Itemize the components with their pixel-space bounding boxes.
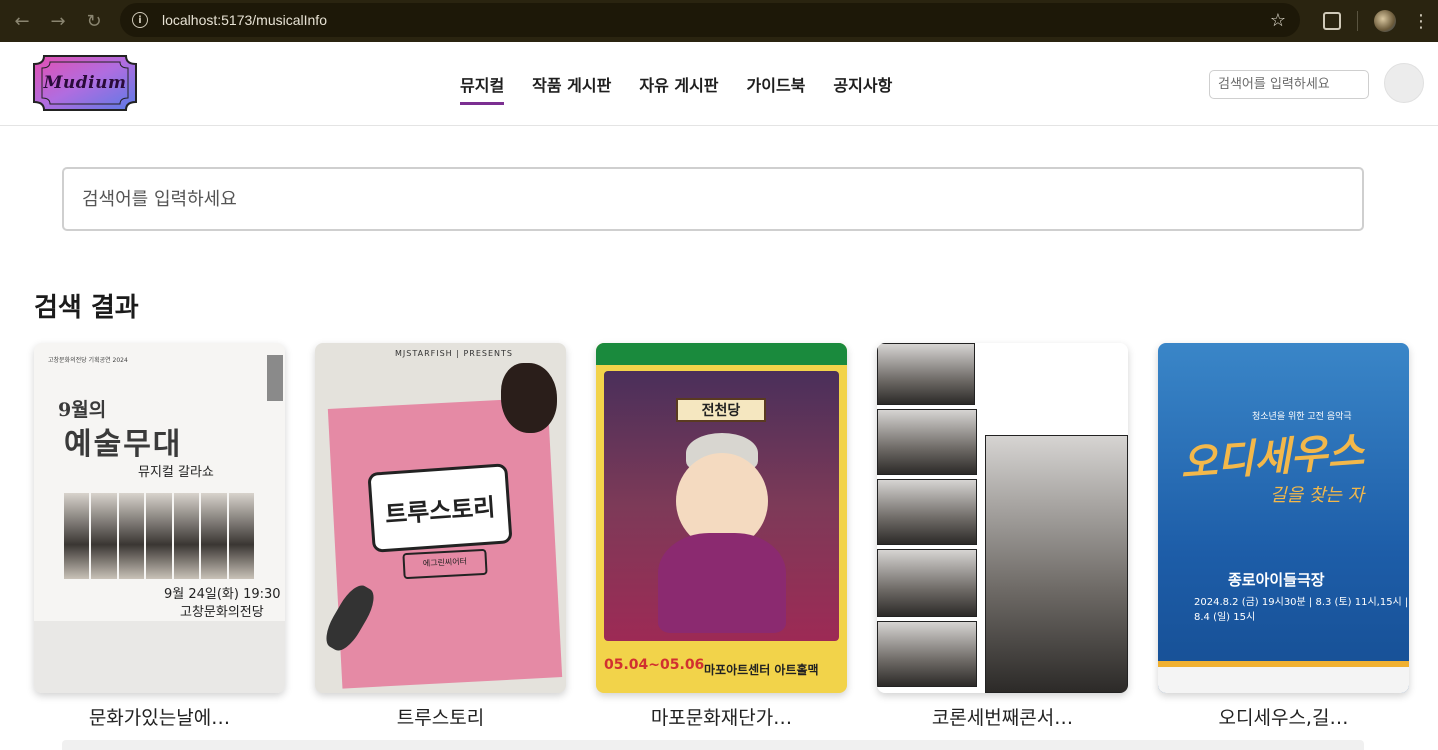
poster-image[interactable]: 청소년을 위한 고전 음악극 오디세우스 길을 찾는 자 종로아이들극장 202… (1158, 343, 1409, 693)
poster-title-line1: 9월의 (58, 399, 107, 421)
poster-date: 05.04~05.06 (604, 657, 705, 673)
logo-text: Mudium (43, 73, 127, 93)
poster-venue-tag: 에그린씨어터 (402, 548, 488, 580)
nav-item-notice[interactable]: 공지사항 (833, 72, 892, 105)
poster-image[interactable]: 고창문화의전당 기획공연 2024 9월의 예술무대 뮤지컬 갈라쇼 9월 24… (34, 343, 285, 693)
nav-item-free-board[interactable]: 자유 게시판 (639, 72, 718, 105)
poster-photo (877, 621, 977, 687)
poster-image[interactable]: 전천당 05.04~05.06 마포아트센터 아트홀맥 (596, 343, 847, 693)
result-card[interactable]: 고창문화의전당 기획공연 2024 9월의 예술무대 뮤지컬 갈라쇼 9월 24… (34, 343, 285, 730)
nav-item-musical[interactable]: 뮤지컬 (460, 72, 505, 105)
browser-profile-avatar[interactable] (1374, 10, 1396, 32)
poster-photo (877, 549, 977, 617)
poster-photo (877, 343, 975, 405)
poster-venue: 고창문화의전당 (180, 605, 264, 620)
poster-footer (1158, 667, 1409, 693)
poster-dates: 2024.8.2 (금) 19시30분 | 8.3 (토) 11시,15시 | … (1194, 597, 1409, 623)
poster-title-sign: 트루스토리 (367, 463, 513, 553)
poster-performers-photo (64, 493, 254, 579)
back-arrow-icon[interactable]: ← (4, 3, 40, 39)
poster-footer (34, 621, 285, 693)
result-card[interactable]: 코론세번째콘서… (877, 343, 1128, 730)
reload-icon[interactable]: ↻ (76, 3, 112, 39)
site-logo[interactable]: Mudium (30, 52, 140, 114)
poster-title: 오디세우스 (1178, 428, 1366, 488)
bookmark-star-icon[interactable]: ☆ (1270, 10, 1286, 31)
poster-date: 9월 24일(화) 19:30 (164, 587, 281, 602)
card-title[interactable]: 문화가있는날에… (34, 703, 285, 730)
poster-title-line2: 예술무대 (64, 427, 183, 462)
poster-photo (877, 479, 977, 545)
user-avatar[interactable] (1384, 63, 1424, 103)
result-card[interactable]: 전천당 05.04~05.06 마포아트센터 아트홀맥 마포문화재단가… (596, 343, 847, 730)
main-search-input[interactable] (62, 167, 1364, 231)
results-heading: 검색 결과 (34, 293, 139, 323)
browser-menu-icon[interactable]: ⋮ (1412, 11, 1430, 32)
poster-venue: 마포아트센터 아트홀맥 (704, 663, 819, 677)
poster-venue: 종로아이들극장 (1228, 571, 1325, 589)
address-bar[interactable]: i localhost:5173/musicalInfo ☆ (120, 3, 1300, 37)
url-text[interactable]: localhost:5173/musicalInfo (162, 12, 327, 28)
poster-subtitle: 뮤지컬 갈라쇼 (138, 465, 214, 480)
next-section-edge (62, 740, 1364, 750)
poster-subtitle: 길을 찾는 자 (1270, 485, 1365, 506)
result-card[interactable]: 청소년을 위한 고전 음악극 오디세우스 길을 찾는 자 종로아이들극장 202… (1158, 343, 1409, 730)
browser-toolbar: ← → ↻ i localhost:5173/musicalInfo ☆ ⋮ (0, 0, 1438, 42)
poster-decoration (501, 363, 557, 433)
card-title[interactable]: 트루스토리 (315, 703, 566, 730)
main-nav: 뮤지컬 작품 게시판 자유 게시판 가이드북 공지사항 (460, 72, 892, 105)
poster-group-photo (985, 435, 1128, 693)
nav-item-guidebook[interactable]: 가이드북 (747, 72, 806, 105)
site-info-icon[interactable]: i (132, 12, 148, 28)
poster-side-strip (267, 355, 283, 401)
poster-top-band (596, 343, 847, 365)
card-title[interactable]: 마포문화재단가… (596, 703, 847, 730)
card-title[interactable]: 오디세우스,길… (1158, 703, 1409, 730)
poster-image[interactable] (877, 343, 1128, 693)
site-header: Mudium 뮤지컬 작품 게시판 자유 게시판 가이드북 공지사항 (0, 42, 1438, 126)
poster-image[interactable]: MJSTARFISH | PRESENTS 트루스토리 에그린씨어터 (315, 343, 566, 693)
toolbar-divider (1357, 11, 1358, 31)
forward-arrow-icon[interactable]: → (40, 3, 76, 39)
nav-item-works-board[interactable]: 작품 게시판 (532, 72, 611, 105)
extensions-icon[interactable] (1323, 12, 1341, 30)
poster-character-robe (658, 533, 786, 633)
poster-header-text: 고창문화의전당 기획공연 2024 (48, 357, 128, 364)
poster-title-sign: 전천당 (676, 398, 766, 422)
poster-header-text: MJSTARFISH | PRESENTS (395, 349, 513, 358)
poster-photo (877, 409, 977, 475)
header-search-input[interactable] (1209, 70, 1369, 99)
card-title[interactable]: 코론세번째콘서… (877, 703, 1128, 730)
result-card[interactable]: MJSTARFISH | PRESENTS 트루스토리 에그린씨어터 트루스토리 (315, 343, 566, 730)
